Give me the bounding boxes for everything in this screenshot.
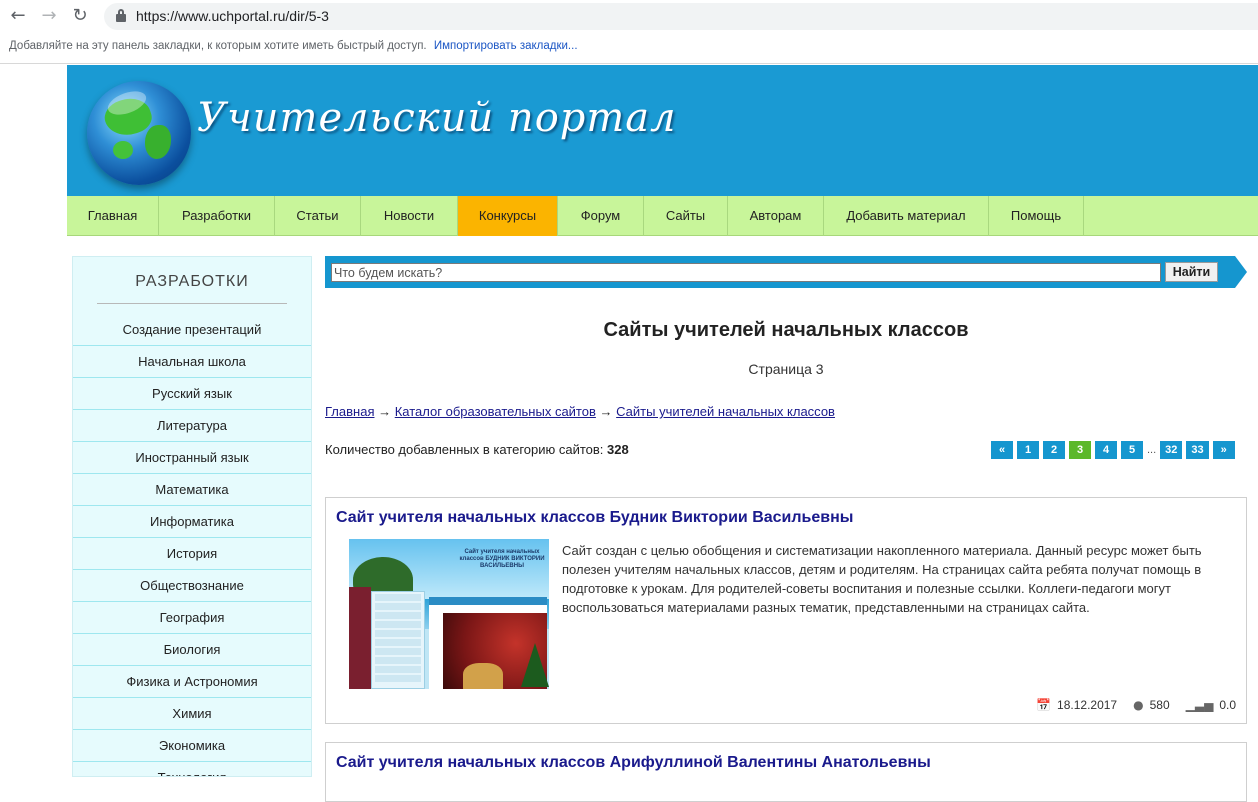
pager-page-button[interactable]: 1 bbox=[1017, 440, 1039, 459]
pager-prev-button[interactable]: « bbox=[991, 440, 1013, 459]
sidebar-item[interactable]: Русский язык bbox=[73, 378, 311, 410]
sidebar-item[interactable]: Экономика bbox=[73, 730, 311, 762]
sites-count-label: Количество добавленных в категорию сайто… bbox=[325, 442, 604, 457]
site-entry-title-link[interactable]: Сайт учителя начальных классов Будник Ви… bbox=[336, 509, 853, 527]
sites-count-value: 328 bbox=[607, 442, 629, 457]
nav-item-authors[interactable]: Авторам bbox=[728, 196, 824, 236]
pager-current-page: 3 bbox=[1069, 440, 1091, 459]
pager-page-button[interactable]: 33 bbox=[1186, 440, 1209, 459]
search-input[interactable] bbox=[331, 263, 1161, 282]
sidebar-item[interactable]: Химия bbox=[73, 698, 311, 730]
browser-chrome: ← → ↻ https://www.uchportal.ru/dir/5-3 Д… bbox=[0, 0, 1258, 64]
search-bar-arrow bbox=[1235, 256, 1247, 288]
sidebar-item[interactable]: География bbox=[73, 602, 311, 634]
mouse-icon: ● bbox=[1133, 698, 1144, 712]
main-nav: Главная Разработки Статьи Новости Конкур… bbox=[67, 196, 1258, 236]
site-entry-meta: 📅 18.12.2017 ● 580 ▁▃▅ 0.0 bbox=[1036, 698, 1236, 712]
nav-item-news[interactable]: Новости bbox=[361, 196, 458, 236]
nav-item-contests[interactable]: Конкурсы bbox=[458, 196, 558, 236]
sidebar-item[interactable]: Информатика bbox=[73, 506, 311, 538]
pager-next-button[interactable]: » bbox=[1212, 440, 1235, 459]
breadcrumb-current-link[interactable]: Сайты учителей начальных классов bbox=[616, 404, 835, 419]
globe-logo-icon[interactable] bbox=[87, 81, 191, 185]
lock-icon bbox=[116, 9, 126, 22]
nav-item-sites[interactable]: Сайты bbox=[644, 196, 728, 236]
site-entry-card: Сайт учителя начальных классов Будник Ви… bbox=[325, 497, 1247, 724]
nav-item-help[interactable]: Помощь bbox=[989, 196, 1084, 236]
sidebar-title: РАЗРАБОТКИ bbox=[135, 273, 249, 290]
sidebar-item[interactable]: История bbox=[73, 538, 311, 570]
entry-rating: 0.0 bbox=[1219, 698, 1236, 712]
sidebar-item[interactable]: Технология bbox=[73, 762, 311, 776]
pagination: « 1 2 3 4 5 ... 32 33 » bbox=[991, 440, 1235, 459]
import-bookmarks-link[interactable]: Импортировать закладки... bbox=[434, 40, 578, 52]
site-entry-description: Сайт создан с целью обобщения и системат… bbox=[562, 543, 1202, 615]
entry-date: 18.12.2017 bbox=[1057, 698, 1118, 712]
sidebar: РАЗРАБОТКИ Создание презентаций Начальна… bbox=[72, 256, 312, 777]
pager-page-button[interactable]: 5 bbox=[1121, 440, 1143, 459]
sidebar-item[interactable]: Обществознание bbox=[73, 570, 311, 602]
breadcrumb-separator: → bbox=[599, 404, 613, 419]
sidebar-item[interactable]: Литература bbox=[73, 410, 311, 442]
sidebar-item[interactable]: Создание презентаций bbox=[73, 314, 311, 346]
nav-item-add-material[interactable]: Добавить материал bbox=[824, 196, 989, 236]
sidebar-item[interactable]: Биология bbox=[73, 634, 311, 666]
back-icon[interactable]: ← bbox=[8, 6, 28, 26]
pager-page-button[interactable]: 2 bbox=[1043, 440, 1065, 459]
site-header: Учительский портал bbox=[67, 65, 1258, 196]
sites-count: Количество добавленных в категорию сайто… bbox=[325, 442, 629, 457]
calendar-icon: 📅 bbox=[1036, 698, 1052, 712]
sidebar-divider bbox=[97, 303, 287, 304]
breadcrumb-home-link[interactable]: Главная bbox=[325, 404, 374, 419]
sidebar-item[interactable]: Начальная школа bbox=[73, 346, 311, 378]
sidebar-item[interactable]: Физика и Астрономия bbox=[73, 666, 311, 698]
reload-icon[interactable]: ↻ bbox=[70, 6, 90, 26]
nav-item-articles[interactable]: Статьи bbox=[275, 196, 361, 236]
rating-bars-icon: ▁▃▅ bbox=[1185, 698, 1214, 712]
browser-toolbar: ← → ↻ https://www.uchportal.ru/dir/5-3 bbox=[0, 0, 1258, 33]
nav-item-developments[interactable]: Разработки bbox=[159, 196, 275, 236]
entry-views: 580 bbox=[1149, 698, 1170, 712]
thumbnail-caption: Сайт учителя начальных классов БУДНИК ВИ… bbox=[459, 549, 545, 569]
page-title: Сайты учителей начальных классов bbox=[603, 319, 969, 341]
sidebar-item[interactable]: Иностранный язык bbox=[73, 442, 311, 474]
bookmarks-bar: Добавляйте на эту панель закладки, к кот… bbox=[9, 40, 578, 52]
site-entry-thumbnail[interactable]: Сайт учителя начальных классов БУДНИК ВИ… bbox=[349, 539, 549, 689]
bookmarks-hint: Добавляйте на эту панель закладки, к кот… bbox=[9, 40, 427, 52]
search-button[interactable]: Найти bbox=[1165, 262, 1218, 282]
nav-item-home[interactable]: Главная bbox=[67, 196, 159, 236]
site-entry-card: Сайт учителя начальных классов Арифуллин… bbox=[325, 742, 1247, 802]
site-logo-text[interactable]: Учительский портал bbox=[197, 95, 677, 141]
address-bar[interactable]: https://www.uchportal.ru/dir/5-3 bbox=[104, 3, 1258, 30]
page-number-label: Страница 3 bbox=[748, 361, 824, 377]
search-bar: Найти bbox=[325, 256, 1247, 288]
breadcrumb-catalog-link[interactable]: Каталог образовательных сайтов bbox=[395, 404, 596, 419]
sidebar-item[interactable]: Математика bbox=[73, 474, 311, 506]
forward-icon[interactable]: → bbox=[39, 6, 59, 26]
site-entry-title-link[interactable]: Сайт учителя начальных классов Арифуллин… bbox=[336, 754, 931, 772]
nav-item-forum[interactable]: Форум bbox=[558, 196, 644, 236]
pager-page-button[interactable]: 32 bbox=[1160, 440, 1183, 459]
breadcrumb: Главная → Каталог образовательных сайтов… bbox=[325, 404, 835, 419]
pager-page-button[interactable]: 4 bbox=[1095, 440, 1117, 459]
url-text[interactable]: https://www.uchportal.ru/dir/5-3 bbox=[136, 8, 329, 24]
pager-ellipsis: ... bbox=[1147, 443, 1157, 456]
breadcrumb-separator: → bbox=[378, 404, 392, 419]
